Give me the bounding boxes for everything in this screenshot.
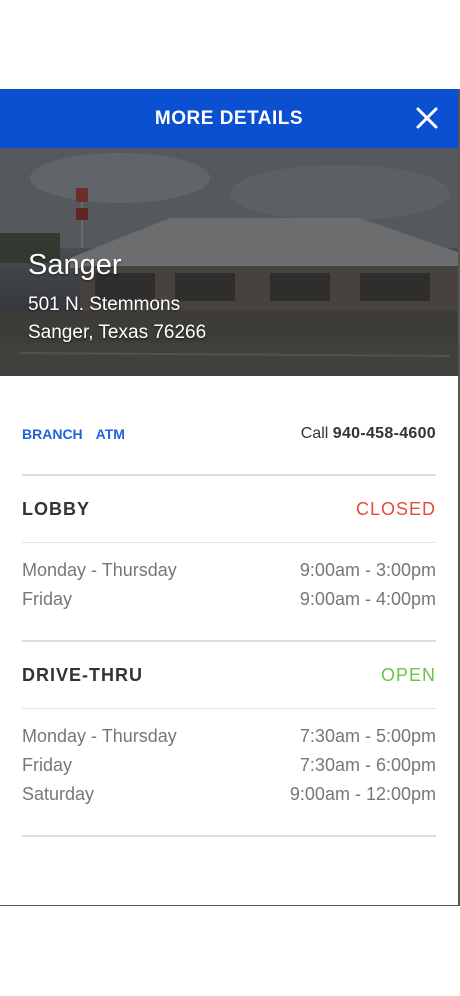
details-panel: MORE DETAILS Sanger 501 N. Stemmons Sang…	[0, 89, 460, 906]
header-title: MORE DETAILS	[154, 107, 304, 129]
hours-row: Saturday 9:00am - 12:00pm	[22, 784, 436, 813]
atm-tag[interactable]: ATM	[96, 426, 125, 442]
call-label: Call	[300, 425, 329, 442]
hours-time: 7:30am - 6:00pm	[299, 755, 436, 775]
call-link[interactable]: Call 940-458-4600	[301, 425, 436, 443]
hours-days: Friday	[22, 589, 73, 609]
lobby-status-badge: CLOSED	[355, 498, 436, 519]
drive-thru-header: DRIVE-THRU OPEN	[22, 642, 436, 709]
service-tags: BRANCH ATM	[22, 426, 125, 442]
hours-time: 9:00am - 4:00pm	[299, 589, 436, 609]
lobby-hours: Monday - Thursday 9:00am - 3:00pm Friday…	[22, 543, 436, 642]
branch-tag[interactable]: BRANCH	[22, 426, 83, 442]
hours-row: Monday - Thursday 9:00am - 3:00pm	[22, 560, 436, 589]
lobby-header: LOBBY CLOSED	[22, 476, 436, 543]
branch-photo: Sanger 501 N. Stemmons Sanger, Texas 762…	[0, 148, 458, 376]
drive-thru-status-badge: OPEN	[380, 664, 436, 685]
hours-days: Monday - Thursday	[22, 726, 177, 746]
drive-thru-hours: Monday - Thursday 7:30am - 5:00pm Friday…	[22, 709, 436, 837]
phone-number: 940-458-4600	[332, 425, 436, 442]
hours-row: Friday 7:30am - 6:00pm	[22, 755, 436, 784]
hours-time: 7:30am - 5:00pm	[299, 726, 436, 746]
address-line-1: 501 N. Stemmons	[28, 294, 181, 315]
hours-days: Monday - Thursday	[22, 560, 177, 580]
close-icon[interactable]	[414, 105, 440, 131]
hours-row: Friday 9:00am - 4:00pm	[22, 589, 436, 618]
hours-row: Monday - Thursday 7:30am - 5:00pm	[22, 726, 436, 755]
lobby-title: LOBBY	[22, 498, 90, 519]
branch-name: Sanger	[28, 249, 122, 281]
hours-days: Saturday	[22, 784, 95, 804]
drive-thru-title: DRIVE-THRU	[22, 664, 143, 685]
details-header: MORE DETAILS	[0, 89, 458, 148]
service-row: BRANCH ATM Call 940-458-4600	[22, 376, 436, 476]
details-content: BRANCH ATM Call 940-458-4600 LOBBY CLOSE…	[0, 376, 458, 837]
hours-time: 9:00am - 3:00pm	[299, 560, 436, 580]
address-line-2: Sanger, Texas 76266	[28, 322, 207, 343]
hours-days: Friday	[22, 755, 73, 775]
hours-time: 9:00am - 12:00pm	[289, 784, 436, 804]
